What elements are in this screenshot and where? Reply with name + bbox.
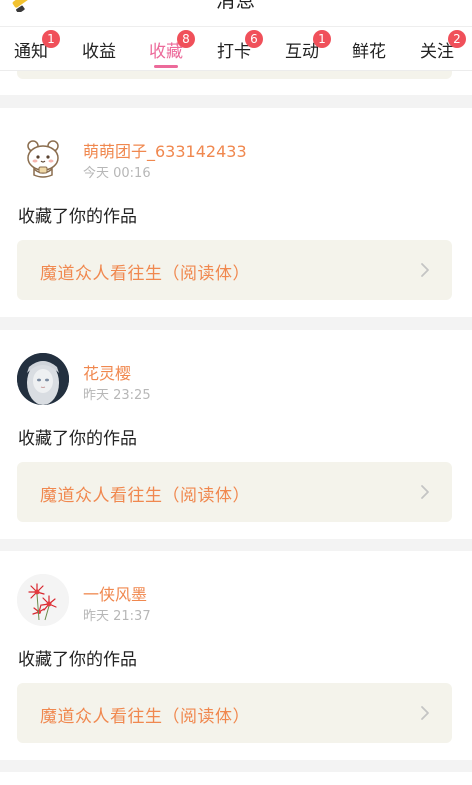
page-title: 消息 <box>215 0 256 12</box>
tab-earnings[interactable]: 收益 <box>82 37 116 62</box>
tab-badge: 1 <box>313 30 331 48</box>
work-title: 魔道众人看往生（阅读体） <box>40 707 250 727</box>
tab-label: 鲜花 <box>352 42 386 62</box>
work-link[interactable]: 魔道众人看往生（阅读体） <box>17 240 452 300</box>
active-tab-indicator <box>154 65 178 68</box>
red-spider-lily-avatar[interactable] <box>17 574 69 626</box>
previous-work-block[interactable] <box>17 71 452 79</box>
notification-card[interactable]: 萌萌团子_633142433 今天 00:16 收藏了你的作品 魔道众人看往生（… <box>0 108 472 317</box>
top-bar: 消息 通知 1 收益 收藏 8 打卡 6 互动 1 鲜花 关注 2 <box>0 0 472 71</box>
cartoon-bear-avatar-icon <box>27 140 59 178</box>
username[interactable]: 萌萌团子_633142433 <box>83 138 247 162</box>
tab-notice[interactable]: 通知 1 <box>14 30 60 62</box>
work-link[interactable]: 魔道众人看往生（阅读体） <box>17 683 452 743</box>
timestamp: 昨天 23:25 <box>83 388 151 403</box>
doll-photo-avatar[interactable] <box>17 353 69 405</box>
tab-badge: 8 <box>177 30 195 48</box>
chevron-right-icon <box>421 485 429 499</box>
red-spider-lily-avatar-icon <box>17 574 69 626</box>
divider <box>0 26 472 27</box>
work-title: 魔道众人看往生（阅读体） <box>40 264 250 284</box>
chevron-right-icon <box>421 706 429 720</box>
tab-badge: 2 <box>448 30 466 48</box>
tab-favorites[interactable]: 收藏 8 <box>149 30 195 68</box>
action-text: 收藏了你的作品 <box>18 650 137 670</box>
tab-badge: 6 <box>245 30 263 48</box>
tab-label: 关注 <box>420 42 454 62</box>
work-link[interactable]: 魔道众人看往生（阅读体） <box>17 462 452 522</box>
notification-card[interactable]: 一侠风墨 昨天 21:37 收藏了你的作品 魔道众人看往生（阅读体） <box>0 551 472 760</box>
work-title: 魔道众人看往生（阅读体） <box>40 486 250 506</box>
tab-bar: 通知 1 收益 收藏 8 打卡 6 互动 1 鲜花 关注 2 <box>0 28 472 68</box>
tab-flowers[interactable]: 鲜花 <box>352 37 386 62</box>
previous-notification-card <box>0 71 472 95</box>
tab-label: 互动 <box>285 42 319 62</box>
tab-interaction[interactable]: 互动 1 <box>285 30 331 62</box>
timestamp: 昨天 21:37 <box>83 609 151 624</box>
tab-badge: 1 <box>42 30 60 48</box>
tab-label: 收藏 <box>149 42 183 62</box>
tab-label: 通知 <box>14 42 48 62</box>
notification-card[interactable]: 花灵樱 昨天 23:25 收藏了你的作品 魔道众人看往生（阅读体） <box>0 330 472 539</box>
cartoon-bear-avatar[interactable] <box>17 131 69 183</box>
tab-following[interactable]: 关注 2 <box>420 30 466 62</box>
timestamp: 今天 00:16 <box>83 166 151 181</box>
next-notification-card <box>0 772 472 785</box>
tab-checkin[interactable]: 打卡 6 <box>217 30 263 62</box>
tab-label: 打卡 <box>217 42 251 62</box>
chevron-right-icon <box>421 263 429 277</box>
title-area: 消息 <box>0 0 472 24</box>
doll-photo-avatar-icon <box>17 353 69 405</box>
username[interactable]: 花灵樱 <box>83 360 131 384</box>
action-text: 收藏了你的作品 <box>18 207 137 227</box>
tab-label: 收益 <box>82 42 116 62</box>
username[interactable]: 一侠风墨 <box>83 581 147 605</box>
action-text: 收藏了你的作品 <box>18 429 137 449</box>
